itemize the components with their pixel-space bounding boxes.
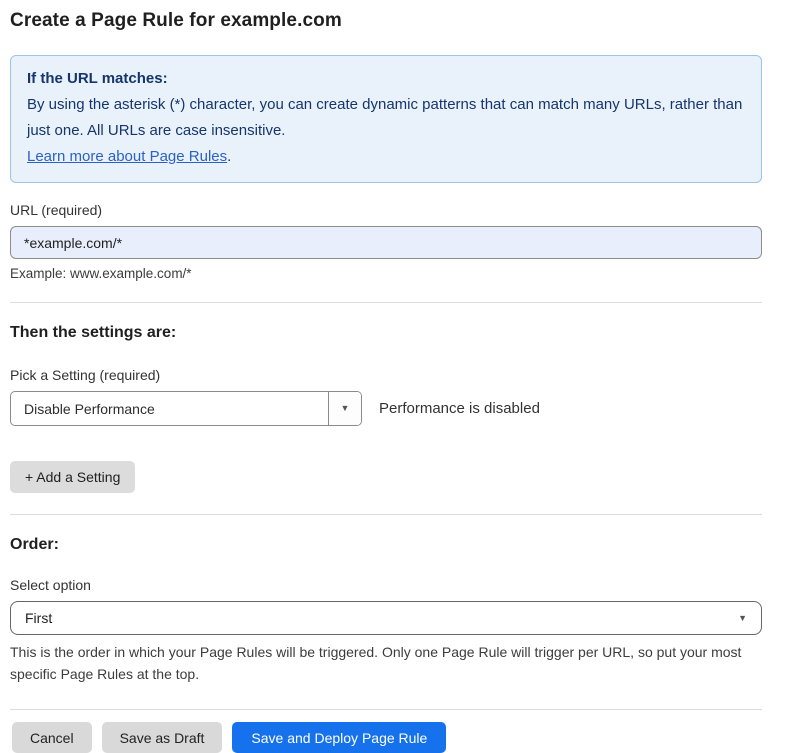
setting-picker-label: Pick a Setting (required) <box>10 367 762 383</box>
setting-row: Disable Performance ▼ Performance is dis… <box>10 391 762 426</box>
url-input[interactable] <box>10 226 762 259</box>
order-help-text: This is the order in which your Page Rul… <box>10 641 762 685</box>
learn-more-link[interactable]: Learn more about Page Rules <box>27 148 227 165</box>
divider <box>10 302 762 303</box>
setting-status-text: Performance is disabled <box>379 400 540 417</box>
page-rule-form: Create a Page Rule for example.com If th… <box>10 0 762 753</box>
divider <box>10 709 762 710</box>
order-dropdown[interactable]: First ▼ <box>10 601 762 635</box>
divider <box>10 514 762 515</box>
settings-section-heading: Then the settings are: <box>10 324 762 342</box>
info-box-body: By using the asterisk (*) character, you… <box>27 92 745 144</box>
add-setting-button[interactable]: + Add a Setting <box>10 461 135 493</box>
setting-dropdown-value: Disable Performance <box>11 392 328 425</box>
order-section-heading: Order: <box>10 536 762 554</box>
chevron-down-icon: ▼ <box>738 614 747 623</box>
info-box-heading: If the URL matches: <box>27 66 745 92</box>
order-dropdown-value: First <box>25 610 52 626</box>
order-select-label: Select option <box>10 577 762 593</box>
cancel-button[interactable]: Cancel <box>12 722 92 753</box>
save-and-deploy-button[interactable]: Save and Deploy Page Rule <box>232 722 446 753</box>
url-example-text: Example: www.example.com/* <box>10 266 762 281</box>
info-box-link-line: Learn more about Page Rules. <box>27 144 745 170</box>
setting-dropdown[interactable]: Disable Performance ▼ <box>10 391 362 426</box>
footer-actions: Cancel Save as Draft Save and Deploy Pag… <box>10 722 762 753</box>
page-title: Create a Page Rule for example.com <box>10 10 762 32</box>
url-match-info-box: If the URL matches: By using the asteris… <box>10 55 762 183</box>
chevron-down-icon: ▼ <box>341 404 350 413</box>
setting-dropdown-arrow-button[interactable]: ▼ <box>328 392 361 425</box>
save-as-draft-button[interactable]: Save as Draft <box>102 722 223 753</box>
link-suffix: . <box>227 148 231 165</box>
url-field-label: URL (required) <box>10 202 762 218</box>
